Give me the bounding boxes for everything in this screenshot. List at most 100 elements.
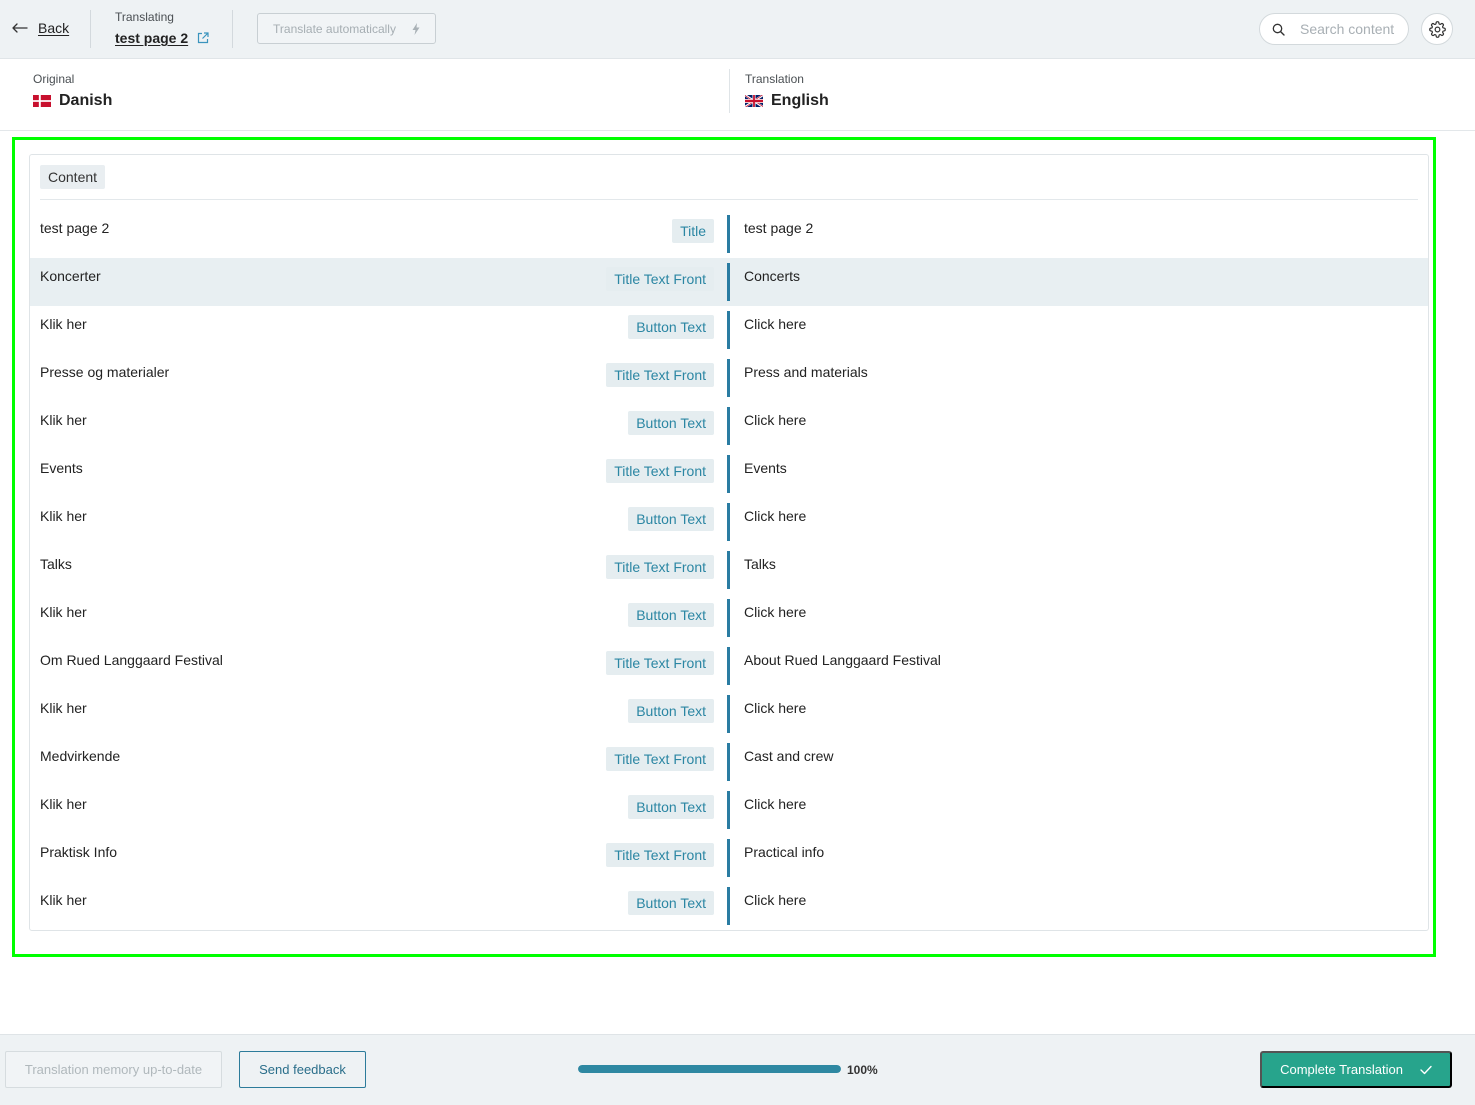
original-text: Klik her <box>40 796 87 812</box>
row-divider-bar <box>727 263 730 301</box>
row-divider-bar <box>727 791 730 829</box>
translation-row[interactable]: Praktisk Info Title Text Front Practical… <box>30 834 1428 882</box>
translation-row[interactable]: Klik her Button Text Click here <box>30 786 1428 834</box>
translation-text[interactable]: Click here <box>744 794 806 814</box>
translation-text[interactable]: Concerts <box>744 266 800 286</box>
original-text: Om Rued Langgaard Festival <box>40 652 223 668</box>
translating-info: Translating test page 2 <box>115 10 209 46</box>
danish-flag-icon <box>33 95 51 107</box>
field-type-tag: Button Text <box>628 603 714 627</box>
field-type-tag: Title Text Front <box>606 747 714 771</box>
original-text: Klik her <box>40 508 87 524</box>
translation-text[interactable]: Events <box>744 458 787 478</box>
translation-label: Translation <box>745 72 804 86</box>
translation-text[interactable]: About Rued Langgaard Festival <box>744 650 941 670</box>
field-type-tag: Button Text <box>628 411 714 435</box>
page-title-link[interactable]: test page 2 <box>115 30 188 46</box>
translation-row[interactable]: Presse og materialer Title Text Front Pr… <box>30 354 1428 402</box>
row-divider-bar <box>727 503 730 541</box>
progress-label: 100% <box>847 1063 878 1077</box>
translation-text[interactable]: Click here <box>744 410 806 430</box>
original-text: test page 2 <box>40 220 110 236</box>
translation-text[interactable]: Click here <box>744 602 806 622</box>
original-text: Klik her <box>40 316 87 332</box>
settings-button[interactable] <box>1421 13 1453 45</box>
original-language-name: Danish <box>59 92 113 109</box>
field-type-tag: Button Text <box>628 507 714 531</box>
field-type-tag: Button Text <box>628 891 714 915</box>
original-text: Klik her <box>40 700 87 716</box>
translation-row[interactable]: Koncerter Title Text Front Concerts <box>30 258 1428 306</box>
top-bar: Back Translating test page 2 Translate a… <box>0 0 1475 59</box>
external-link-icon[interactable] <box>197 32 209 44</box>
original-text: Talks <box>40 556 72 572</box>
back-label: Back <box>38 20 70 36</box>
row-divider-bar <box>727 407 730 445</box>
search-box <box>1259 13 1409 45</box>
translation-text[interactable]: Click here <box>744 698 806 718</box>
translation-row[interactable]: test page 2 Title test page 2 <box>30 210 1428 258</box>
original-text: Klik her <box>40 604 87 620</box>
original-text: Praktisk Info <box>40 844 118 860</box>
translation-row[interactable]: Klik her Button Text Click here <box>30 690 1428 738</box>
translation-row[interactable]: Klik her Button Text Click here <box>30 306 1428 354</box>
translation-rows: test page 2 Title test page 2 Koncerter … <box>30 210 1428 930</box>
field-type-tag: Title Text Front <box>606 267 714 291</box>
uk-flag-icon <box>745 95 763 107</box>
row-divider-bar <box>727 599 730 637</box>
bottom-bar: Translation memory up-to-date Send feedb… <box>0 1034 1475 1105</box>
progress-bar <box>578 1065 841 1073</box>
translation-row[interactable]: Klik her Button Text Click here <box>30 402 1428 450</box>
translation-row[interactable]: Talks Title Text Front Talks <box>30 546 1428 594</box>
complete-translation-button[interactable]: Complete Translation <box>1260 1051 1452 1088</box>
field-type-tag: Button Text <box>628 699 714 723</box>
row-divider-bar <box>727 215 730 253</box>
original-label: Original <box>33 72 75 86</box>
translation-row[interactable]: Events Title Text Front Events <box>30 450 1428 498</box>
arrow-left-icon <box>12 23 28 33</box>
translation-row[interactable]: Klik her Button Text Click here <box>30 882 1428 930</box>
row-divider-bar <box>727 647 730 685</box>
translation-row[interactable]: Klik her Button Text Click here <box>30 498 1428 546</box>
field-type-tag: Title Text Front <box>606 843 714 867</box>
back-link[interactable]: Back <box>12 18 69 38</box>
row-divider-bar <box>727 839 730 877</box>
translation-text[interactable]: Click here <box>744 890 806 910</box>
lightning-icon <box>412 22 420 35</box>
content-card: Content test page 2 Title test page 2 Ko… <box>29 154 1429 931</box>
translation-text[interactable]: Press and materials <box>744 362 868 382</box>
field-type-tag: Title <box>672 219 714 243</box>
original-text: Koncerter <box>40 268 101 284</box>
field-type-tag: Button Text <box>628 795 714 819</box>
translation-text[interactable]: test page 2 <box>744 218 813 238</box>
translation-text[interactable]: Cast and crew <box>744 746 833 766</box>
translation-memory-button[interactable]: Translation memory up-to-date <box>5 1051 222 1088</box>
search-icon <box>1272 23 1285 36</box>
row-divider-bar <box>727 311 730 349</box>
field-type-tag: Button Text <box>628 315 714 339</box>
original-text: Presse og materialer <box>40 364 170 380</box>
translation-text[interactable]: Practical info <box>744 842 824 862</box>
translation-row[interactable]: Om Rued Langgaard Festival Title Text Fr… <box>30 642 1428 690</box>
field-type-tag: Title Text Front <box>606 555 714 579</box>
send-feedback-button[interactable]: Send feedback <box>239 1051 366 1088</box>
translation-row[interactable]: Medvirkende Title Text Front Cast and cr… <box>30 738 1428 786</box>
translation-text[interactable]: Click here <box>744 506 806 526</box>
row-divider-bar <box>727 455 730 493</box>
field-type-tag: Title Text Front <box>606 363 714 387</box>
translation-row[interactable]: Klik her Button Text Click here <box>30 594 1428 642</box>
translation-text[interactable]: Talks <box>744 554 776 574</box>
header-divider <box>232 10 233 48</box>
translation-text[interactable]: Click here <box>744 314 806 334</box>
search-input[interactable] <box>1300 20 1404 38</box>
section-divider <box>40 199 1418 200</box>
language-bar: Original Danish Translation English <box>0 59 1475 131</box>
original-text: Klik her <box>40 412 87 428</box>
translate-automatically-label: Translate automatically <box>273 21 396 36</box>
translate-automatically-button[interactable]: Translate automatically <box>257 13 436 44</box>
field-type-tag: Title Text Front <box>606 651 714 675</box>
original-text: Events <box>40 460 83 476</box>
row-divider-bar <box>727 695 730 733</box>
page-title-row: test page 2 <box>115 30 209 46</box>
gear-icon <box>1428 20 1446 38</box>
